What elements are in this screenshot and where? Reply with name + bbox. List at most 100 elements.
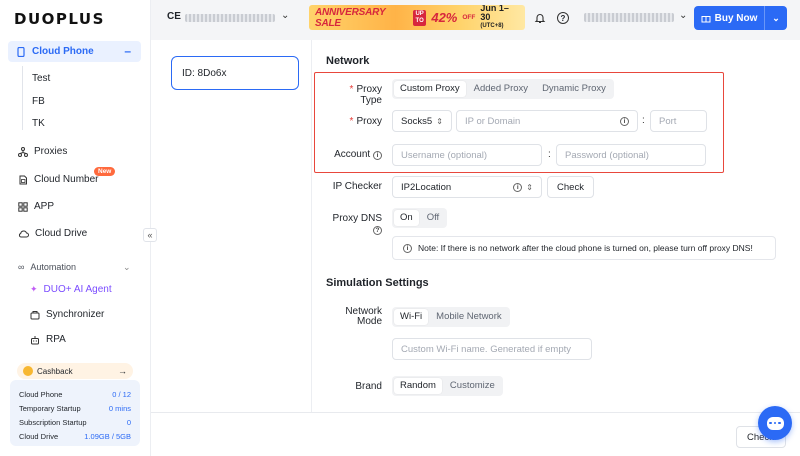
network-icon [18,146,28,157]
ip-checker-value: IP2Location [401,181,452,193]
info-icon: i [403,243,412,253]
redacted-team-name[interactable] [185,14,275,22]
banner-date: Jun 1– 30 (UTC+8) [480,5,519,30]
sidebar-item-proxies[interactable]: Proxies [18,146,67,157]
settings-form: Network * Proxy Type Custom Proxy Added P… [311,40,800,412]
host-placeholder: IP or Domain [465,115,521,127]
info-icon: i [620,116,629,126]
stat-label: Cloud Phone [19,390,63,399]
sidebar-item-rpa[interactable]: RPA [30,334,66,345]
proxy-label: * Proxy [349,116,382,127]
stat-value: 0 [126,418,131,427]
redacted-user-account[interactable] [584,13,674,22]
ip-checker-label: IP Checker [332,181,382,192]
chevron-down-icon[interactable]: ⌄ [765,13,787,24]
host-input[interactable]: IP or Domain i [456,110,638,132]
sidebar-item-ai-agent[interactable]: ✦ DUO+ AI Agent [30,284,112,295]
stat-label: Subscription Startup [19,418,87,427]
wifi-name-input[interactable]: Custom Wi-Fi name. Generated if empty [392,338,592,360]
buy-now-main[interactable]: Buy Now [694,6,765,30]
sort-arrows-icon: ⇕ [436,116,443,126]
sparkle-icon: ✦ [30,284,38,294]
proxy-type-dynamic[interactable]: Dynamic Proxy [536,81,612,97]
sidebar-group-fb[interactable]: FB [32,96,45,107]
proxy-dns-label: Proxy DNS ? [326,213,382,235]
colon-separator: : [548,149,551,160]
proxy-type-added[interactable]: Added Proxy [468,81,534,97]
cashback-banner[interactable]: Cashback → [17,363,133,379]
network-heading: Network [326,55,370,67]
buy-now-button[interactable]: Buy Now ⌄ [694,6,787,30]
info-icon: i [373,151,382,160]
simulation-heading: Simulation Settings [326,277,429,289]
check-ip-button[interactable]: Check [547,176,594,198]
sync-icon [30,310,40,319]
top-header: CE ⌄ ANNIVERSARY SALE UP TO 42% OFF Jun … [151,0,800,40]
proxy-type-label: * Proxy Type [349,84,382,106]
sidebar-item-cloud-drive[interactable]: Cloud Drive [18,228,87,239]
banner-title: ANNIVERSARY SALE [315,6,386,29]
password-input[interactable]: Password (optional) [556,144,706,166]
infinity-icon: ∞ [18,262,25,272]
automation-label: Automation [30,262,76,272]
footer-bar: Check [151,412,800,456]
stat-row: Subscription Startup 0 [19,416,131,430]
stat-value: 0 / 12 [112,390,131,399]
stat-value: 1.09GB / 5GB [84,432,131,441]
banner-timezone: (UTC+8) [480,23,504,29]
usage-stats: Cloud Phone 0 / 12 Temporary Startup 0 min… [10,380,140,446]
banner-percent: 42% [431,10,458,25]
sim-icon [19,175,27,184]
stat-row: Temporary Startup 0 mins [19,402,131,416]
proxy-type-label-text: Proxy Type [356,84,382,106]
proxy-dns-label-text: Proxy DNS [332,213,382,224]
collapse-minus-icon[interactable]: – [124,44,131,58]
username-input[interactable]: Username (optional) [392,144,542,166]
chat-support-button[interactable] [758,406,792,440]
ip-checker-select[interactable]: IP2Location i ⇕ [392,176,542,198]
gift-icon [701,16,711,23]
sidebar-item-label: Cloud Phone [32,46,94,57]
chevron-down-icon[interactable]: ⌄ [679,10,687,21]
proxy-label-text: Proxy [356,116,382,127]
proxy-dns-off[interactable]: Off [421,210,446,226]
brand-random[interactable]: Random [394,378,442,394]
device-card[interactable]: ID: 8Do6x [171,56,299,90]
sidebar-group-tk[interactable]: TK [32,118,45,129]
sidebar-item-app[interactable]: APP [18,201,54,212]
port-input[interactable]: Port [650,110,707,132]
help-icon[interactable]: ? [557,12,569,24]
bell-icon[interactable] [534,12,546,27]
team-code: CE [167,11,181,22]
network-mode-mobile[interactable]: Mobile Network [430,309,507,325]
brand-segmented: Random Customize [392,376,503,396]
sidebar-item-label: Proxies [34,146,68,157]
network-mode-segmented: Wi-Fi Mobile Network [392,307,510,327]
stat-row: Cloud Drive 1.09GB / 5GB [19,430,131,444]
promo-banner[interactable]: ANNIVERSARY SALE UP TO 42% OFF Jun 1– 30… [309,5,525,30]
network-mode-wifi[interactable]: Wi-Fi [394,309,429,325]
automation-section-header[interactable]: ∞ Automation ⌄ [18,262,131,272]
proxy-dns-on[interactable]: On [394,210,419,226]
chevron-down-icon[interactable]: ⌄ [281,10,289,21]
cashback-label: Cashback [37,366,73,376]
chevron-down-icon: ⌄ [123,262,131,272]
dns-note-text: Note: If there is no network after the c… [418,243,753,253]
proxy-type-custom[interactable]: Custom Proxy [394,81,466,97]
banner-date-text: Jun 1– 30 [480,5,509,22]
protocol-select[interactable]: Socks5 ⇕ [392,110,452,132]
banner-off: OFF [462,14,476,21]
stat-row: Cloud Phone 0 / 12 [19,388,131,402]
sidebar-item-synchronizer[interactable]: Synchronizer [30,309,104,320]
sidebar-item-cloud-number[interactable]: Cloud Number [18,174,98,185]
sidebar-item-label: Synchronizer [46,309,105,320]
sidebar-item-cloud-phone[interactable]: Cloud Phone – [8,41,141,62]
sidebar-group-test[interactable]: Test [32,73,50,84]
sidebar-item-label: Cloud Drive [35,228,88,239]
proxy-type-segmented: Custom Proxy Added Proxy Dynamic Proxy [392,79,614,99]
sidebar-item-label: APP [34,201,55,212]
brand-customize[interactable]: Customize [444,378,501,394]
collapse-sidebar-button[interactable]: « [143,228,157,242]
stat-value: 0 mins [108,404,131,413]
colon-separator: : [642,115,645,126]
